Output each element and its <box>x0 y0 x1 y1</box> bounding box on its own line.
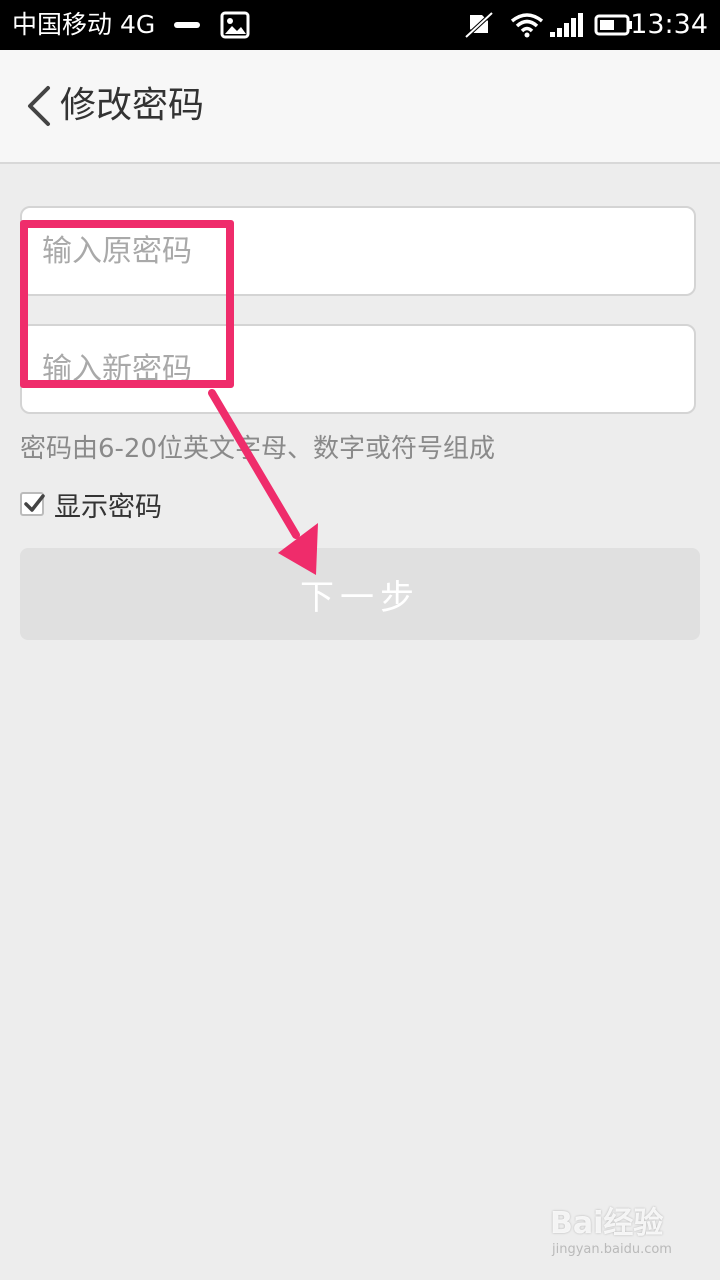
checkmark-icon <box>24 494 45 512</box>
annotation-arrow-icon <box>208 389 318 575</box>
title-bar: 修改密码 <box>0 50 720 164</box>
chevron-left-icon[interactable] <box>24 84 54 128</box>
status-bar: 中国移动 4G 13:34 <box>0 0 720 50</box>
show-password-checkbox[interactable] <box>20 492 45 516</box>
mute-icon <box>464 11 494 39</box>
show-password-label: 显示密码 <box>54 491 162 523</box>
watermark-url: jingyan.baidu.com <box>552 1242 672 1257</box>
signal-icon <box>550 13 583 37</box>
carrier-label: 中国移动 4G <box>12 10 156 39</box>
clock: 13:34 <box>630 9 708 40</box>
image-icon <box>220 11 250 39</box>
page-title: 修改密码 <box>60 85 205 126</box>
watermark-brand: Bai经验 <box>550 1206 664 1241</box>
next-step-button[interactable]: 下一步 <box>20 548 700 640</box>
show-password-toggle[interactable]: 显示密码 <box>20 484 162 524</box>
battery-icon <box>594 14 632 36</box>
wifi-icon <box>510 13 544 38</box>
baidu-watermark: Bai经验 jingyan.baidu.com <box>550 1198 700 1268</box>
minus-icon <box>174 22 200 28</box>
annotation-highlight-box <box>20 220 234 388</box>
